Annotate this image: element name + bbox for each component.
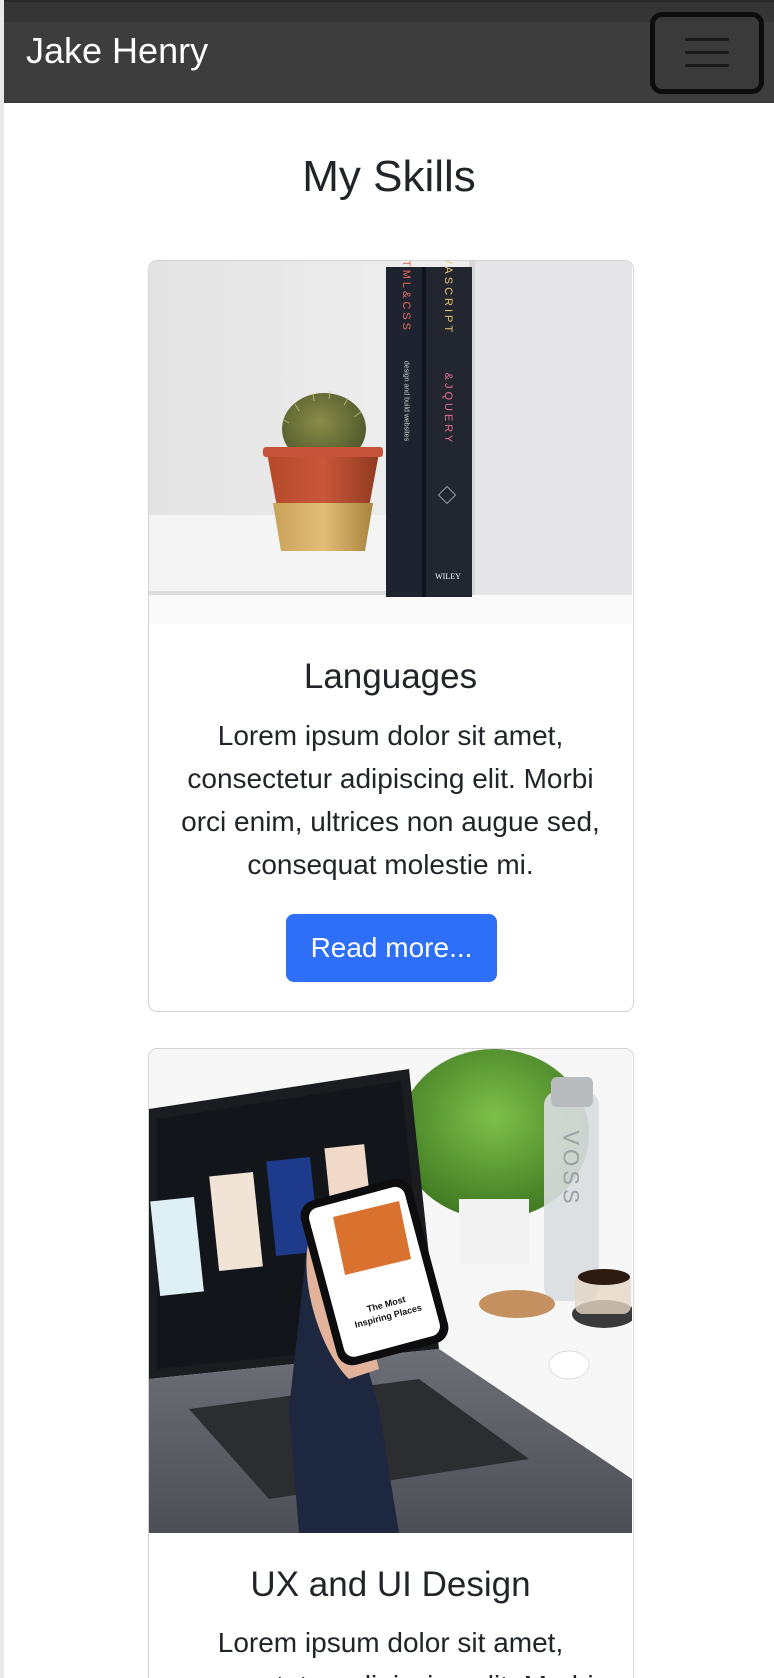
svg-text:HTML&CSS: HTML&CSS [400,261,412,333]
card-title: Languages [303,657,478,696]
page-title: My Skills [302,152,476,201]
svg-text:&JQUERY: &JQUERY [442,373,454,446]
hamburger-menu-icon [685,38,729,68]
navbar-brand[interactable]: Jake Henry [26,30,208,72]
page: Jake Henry My Skills HTML&CSS design and… [0,0,774,1678]
read-more-button[interactable]: Read more... [286,914,497,982]
navbar-toggle-button[interactable] [650,12,764,94]
navbar: Jake Henry [4,0,774,103]
card-text: Lorem ipsum dolor sit amet, consectetur … [181,720,600,880]
card-title: UX and UI Design [250,1565,531,1604]
card-text: Lorem ipsum dolor sit amet, consectetur … [187,1627,593,1678]
skill-card-languages: HTML&CSS design and build websites JAVAS… [148,260,634,1012]
svg-text:WILEY: WILEY [435,572,461,581]
window-edge [0,0,4,1678]
laptop-and-phone-image: VOSS The Most Inspiring Places [149,1049,632,1533]
svg-text:VOSS: VOSS [559,1130,584,1207]
svg-text:JAVASCRIPT: JAVASCRIPT [442,261,454,335]
svg-text:design and build websites: design and build websites [403,361,410,442]
skill-card-ux-ui-design: VOSS The Most Inspiring Places UX and UI… [148,1048,634,1678]
cactus-and-books-image: HTML&CSS design and build websites JAVAS… [149,261,632,624]
